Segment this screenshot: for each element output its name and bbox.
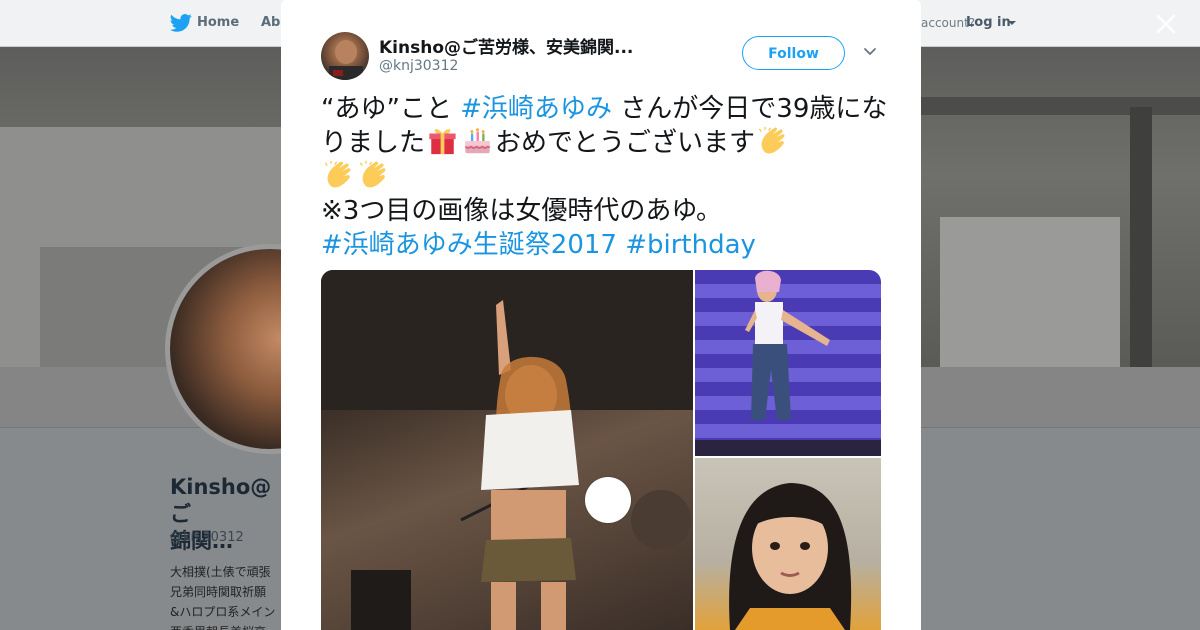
hashtag-link[interactable]: #浜崎あゆみ (460, 94, 612, 124)
twitter-bird-icon[interactable] (170, 13, 192, 33)
tweet-text-segment: ※3つ目の画像は女優時代のあゆ。 (321, 196, 723, 226)
photo-1[interactable] (321, 270, 693, 630)
hashtag-link[interactable]: #浜崎あゆみ生誕祭2017 (321, 230, 617, 260)
author-handle[interactable]: @knj30312 (379, 58, 458, 74)
close-icon[interactable] (1152, 10, 1180, 38)
author-avatar[interactable] (321, 32, 369, 80)
photo-3[interactable] (695, 458, 881, 630)
photo-2[interactable] (695, 270, 881, 456)
nav-home-link[interactable]: Home (197, 15, 239, 30)
hashtag-link[interactable]: #birthday (625, 230, 756, 260)
chevron-down-icon[interactable] (863, 47, 877, 57)
chevron-down-icon[interactable] (1008, 21, 1016, 25)
tweet-text-segment: “あゆ”こと (321, 94, 461, 124)
clap-emoji-icon (758, 126, 785, 154)
follow-button[interactable]: Follow (742, 36, 845, 70)
clap-emoji-icon (324, 160, 351, 188)
tweet-media-grid (321, 270, 881, 630)
login-link[interactable]: Log in (966, 15, 1011, 30)
tweet-text-segment: おめでとうございます (495, 128, 756, 158)
cake-emoji-icon (464, 128, 491, 154)
tweet-text: “あゆ”こと #浜崎あゆみ さんが今日で39歳になりました おめでとうございます (321, 92, 891, 262)
gift-emoji-icon (429, 129, 456, 155)
author-name[interactable]: Kinsho@ご苦労様、安美錦関... (379, 33, 633, 58)
next-photo-button[interactable] (585, 477, 631, 523)
clap-emoji-icon (359, 160, 386, 188)
profile-handle: @knj30312 (170, 530, 244, 545)
profile-bio: 大相撲(土俵で頑張 兄弟同時関取祈願 &ハロプロ系メイン 亜香里朝長美桜高 (170, 565, 276, 630)
tweet-modal: Kinsho@ご苦労様、安美錦関... @knj30312 Follow “あゆ… (281, 0, 921, 630)
